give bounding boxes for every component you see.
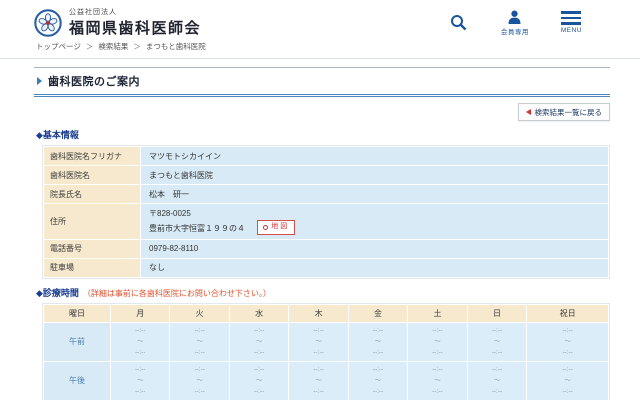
schedule-cell: --:-- ～ --:-- [229, 361, 289, 400]
schedule-day-header: 金 [348, 304, 408, 322]
basic-info-heading: ◆基本情報 [36, 130, 79, 140]
weekday-column-header: 曜日 [44, 304, 110, 322]
member-area-label: 会員専用 [500, 28, 529, 36]
table-row: 院長氏名 松本 研一 [44, 185, 608, 203]
schedule-cell: --:-- ～ --:-- [170, 322, 229, 361]
search-icon [450, 15, 467, 31]
schedule-row: 午後 --:-- ～ --:-- --:-- ～ --:-- --:-- ～ --:-- --:--… [44, 361, 608, 400]
schedule-cell: --:-- ～ --:-- [408, 361, 467, 400]
schedule-row: 午前 --:-- ～ --:-- --:-- ～ --:-- --:-- ～ --:-- --:--… [44, 322, 608, 361]
schedule-cell: --:-- ～ --:-- [348, 361, 408, 400]
member-area-button[interactable]: 会員専用 [501, 10, 529, 36]
back-to-results-label: 検索結果一覧に戻る [534, 107, 603, 117]
schedule-day-header: 日 [467, 304, 527, 322]
schedule-day-header: 水 [229, 304, 289, 322]
breadcrumb-current-page: まつもと歯科医院 [145, 42, 206, 51]
schedule-body: 午前 --:-- ～ --:-- --:-- ～ --:-- --:-- ～ --:-- --:--… [44, 322, 608, 400]
schedule-cell: --:-- ～ --:-- [289, 361, 348, 400]
site-brand: 公益社団法人 福岡県歯科医師会 [69, 7, 201, 38]
member-person-icon [508, 10, 521, 24]
table-row: 歯科医院名 まつもと歯科医院 [44, 166, 608, 184]
schedule-day-header: 土 [408, 304, 467, 322]
schedule-header-row: 曜日 月火水木金土日祝日 [44, 304, 608, 322]
table-row: 駐車場 なし [44, 258, 608, 277]
schedule-cell: --:-- ～ --:-- [467, 361, 527, 400]
furigana-label: 歯科医院名フリガナ [44, 147, 140, 165]
search-button[interactable] [450, 14, 467, 31]
org-name-title: 福岡県歯科医師会 [69, 20, 202, 37]
clinic-name-value: まつもと歯科医院 [141, 166, 608, 184]
schedule-row-label: 午前 [44, 322, 110, 361]
schedule-day-header: 火 [170, 304, 229, 322]
menu-button[interactable]: MENU [561, 11, 582, 34]
page-title-bar: 歯科医院のご案内 [34, 67, 610, 97]
schedule-day-header: 祝日 [527, 304, 608, 322]
schedule-cell: --:-- ～ --:-- [170, 361, 229, 400]
postal-code: 〒828-0025 [149, 208, 191, 218]
address-value: 〒828-0025 豊前市大字恒富１９９の４ 地図 [141, 204, 608, 239]
back-to-results-button[interactable]: 検索結果一覧に戻る [517, 103, 610, 121]
schedule-cell: --:-- ～ --:-- [111, 322, 170, 361]
hours-table: 曜日 月火水木金土日祝日 午前 --:-- ～ --:-- --:-- ～ --:-- --:… [42, 302, 610, 400]
hours-note: （詳細は事前に各歯科医院にお問い合わせ下さい。） [82, 288, 271, 298]
basic-info-table: 歯科医院名フリガナ マツモトシカイイン 歯科医院名 まつもと歯科医院 院長氏名 … [42, 145, 610, 279]
phone-value: 0979-82-8110 [141, 239, 608, 258]
site-header: 公益社団法人 福岡県歯科医師会 会員専用 MENU [0, 0, 640, 38]
table-row: 歯科医院名フリガナ マツモトシカイイン [44, 147, 608, 165]
table-row: 住所 〒828-0025 豊前市大字恒富１９９の４ 地図 [44, 204, 608, 239]
parking-value: なし [141, 258, 608, 277]
hamburger-menu-icon [561, 11, 582, 25]
phone-label: 電話番号 [44, 239, 140, 258]
parking-label: 駐車場 [44, 258, 140, 277]
schedule-cell: --:-- ～ --:-- [527, 322, 608, 361]
director-name-value: 松本 研一 [141, 185, 608, 203]
org-type-label: 公益社団法人 [69, 9, 117, 16]
main-content: 歯科医院のご案内 検索結果一覧に戻る ◆基本情報 歯科医院名フリガナ マツモトシ… [0, 59, 640, 400]
breadcrumb-separator: ＞ [133, 42, 141, 51]
breadcrumb: トップページ ＞ 検索結果 ＞ まつもと歯科医院 [0, 38, 640, 59]
map-button-label: 地図 [271, 222, 290, 230]
back-arrow-icon [525, 109, 531, 115]
title-arrow-icon [37, 77, 42, 85]
menu-label: MENU [560, 26, 582, 34]
map-pin-icon [263, 224, 269, 230]
table-row: 電話番号 0979-82-8110 [44, 239, 608, 258]
breadcrumb-separator: ＞ [85, 42, 94, 51]
map-button[interactable]: 地図 [257, 219, 296, 235]
schedule-cell: --:-- ～ --:-- [467, 322, 527, 361]
hours-heading-text: ◆診療時間 [36, 287, 79, 298]
schedule-day-header: 月 [111, 304, 170, 322]
schedule-cell: --:-- ～ --:-- [289, 322, 348, 361]
schedule-cell: --:-- ～ --:-- [111, 361, 170, 400]
breadcrumb-search-results-link[interactable]: 検索結果 [98, 42, 128, 51]
address-label: 住所 [44, 204, 140, 239]
schedule-cell: --:-- ～ --:-- [408, 322, 467, 361]
hours-heading: ◆診療時間 （詳細は事前に各歯科医院にお問い合わせ下さい。） [36, 286, 610, 299]
schedule-cell: --:-- ～ --:-- [527, 361, 608, 400]
association-logo-icon [34, 8, 62, 37]
schedule-row-label: 午後 [44, 361, 110, 400]
furigana-value: マツモトシカイイン [141, 147, 608, 165]
schedule-cell: --:-- ～ --:-- [229, 322, 289, 361]
street-address: 豊前市大字恒富１９９の４ [149, 223, 245, 233]
clinic-name-label: 歯科医院名 [44, 166, 140, 184]
page-title: 歯科医院のご案内 [48, 76, 140, 88]
schedule-cell: --:-- ～ --:-- [348, 322, 408, 361]
director-name-label: 院長氏名 [44, 185, 140, 203]
schedule-day-header: 木 [289, 304, 348, 322]
breadcrumb-home-link[interactable]: トップページ [36, 42, 81, 51]
